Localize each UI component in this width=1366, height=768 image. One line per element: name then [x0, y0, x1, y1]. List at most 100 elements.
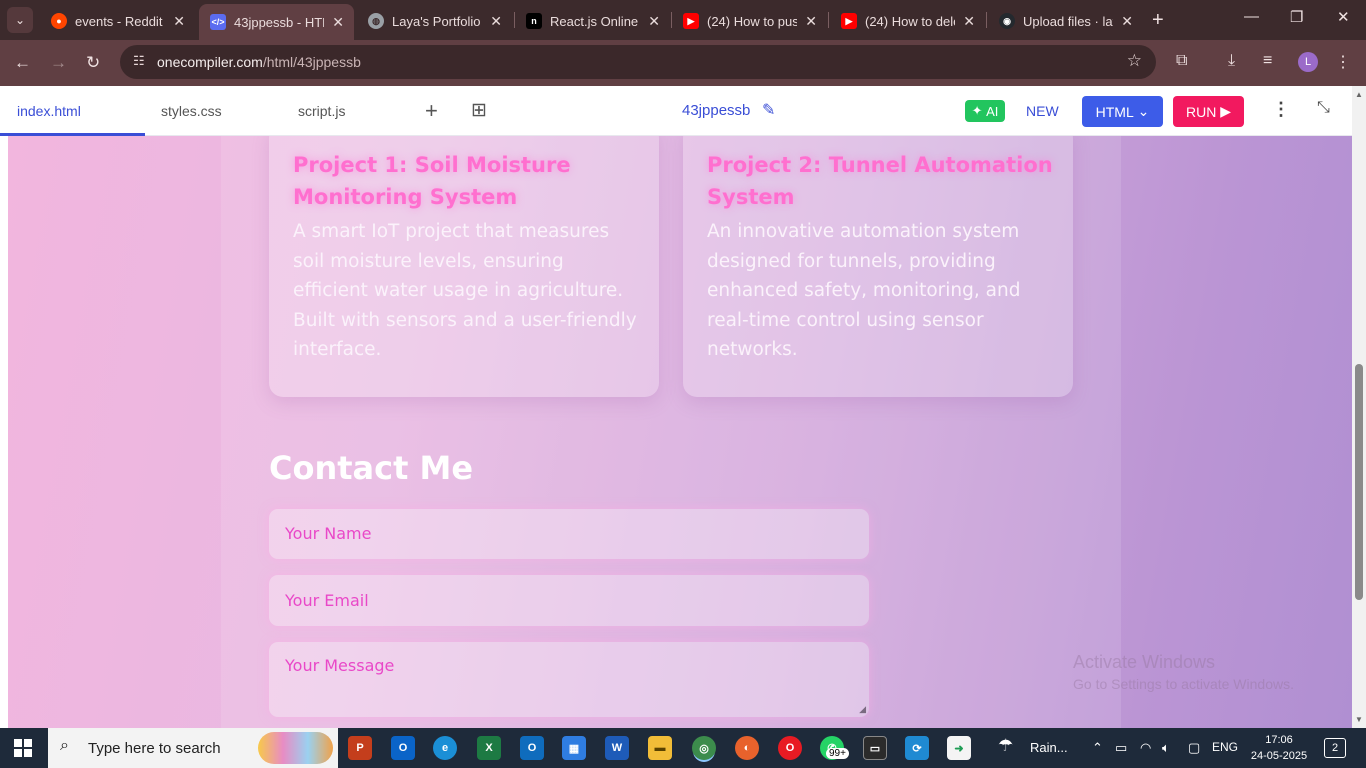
outlook-icon[interactable]: O: [391, 736, 415, 760]
browser-tab-active[interactable]: </> 43jppessb - HTM ✕: [199, 4, 354, 40]
github-icon: ◉: [999, 13, 1015, 29]
ai-button[interactable]: ✦ AI: [965, 100, 1005, 122]
chrome-icon[interactable]: ◎: [692, 736, 716, 760]
weather-rain-icon[interactable]: ☂: [998, 736, 1013, 756]
pencil-icon[interactable]: ✎: [762, 100, 775, 120]
media-control-icon[interactable]: ≡: [1263, 52, 1272, 70]
close-icon[interactable]: ✕: [490, 13, 502, 30]
menu-kebab-icon[interactable]: ⋮: [1335, 52, 1351, 72]
back-icon[interactable]: ←: [14, 53, 31, 73]
email-field[interactable]: Your Email: [269, 575, 869, 626]
url-path: /html/43jppessb: [262, 54, 361, 70]
battery-icon[interactable]: ▭: [1115, 740, 1127, 756]
window-close-icon[interactable]: ✕: [1337, 8, 1350, 26]
url-text[interactable]: onecompiler.com/html/43jppessb: [157, 54, 361, 70]
message-field[interactable]: Your Message ◢: [269, 642, 869, 717]
add-image-icon[interactable]: ⊞: [471, 100, 487, 122]
project-title: Project 1: Soil Moisture Monitoring Syst…: [293, 153, 571, 209]
green-arrow-app-icon[interactable]: ➜: [947, 736, 971, 760]
clock-time: 17:06: [1265, 734, 1293, 746]
browser-tab[interactable]: n React.js Online E ✕: [515, 6, 670, 36]
profile-avatar[interactable]: L: [1298, 52, 1318, 72]
add-file-icon[interactable]: +: [425, 100, 438, 122]
tab-index-html[interactable]: index.html: [17, 86, 81, 136]
terminal-icon[interactable]: ▭: [863, 736, 887, 760]
tab-script-js[interactable]: script.js: [298, 86, 345, 136]
browser-tab[interactable]: ◍ Laya's Portfolio ✕: [357, 6, 512, 36]
address-bar[interactable]: ☷ onecompiler.com/html/43jppessb ☆: [120, 45, 1156, 79]
tab-separator: [828, 12, 829, 28]
store-icon[interactable]: ▦: [562, 736, 586, 760]
search-highlight-image[interactable]: [258, 732, 333, 764]
close-icon[interactable]: ✕: [648, 13, 660, 30]
browser-tab[interactable]: ▶ (24) How to pusl ✕: [672, 6, 827, 36]
scroll-thumb[interactable]: [1355, 364, 1363, 600]
language-indicator[interactable]: ENG: [1212, 740, 1238, 754]
expand-icon[interactable]: ⤡: [1317, 99, 1330, 117]
new-tab-button[interactable]: +: [1152, 9, 1164, 32]
wifi-icon[interactable]: ◠: [1140, 740, 1151, 756]
restore-icon[interactable]: ❐: [1290, 8, 1303, 26]
browser-tab[interactable]: ◉ Upload files · lay ✕: [988, 6, 1143, 36]
volume-icon[interactable]: 🔈︎: [1162, 740, 1170, 756]
minimize-icon[interactable]: —: [1244, 8, 1259, 25]
powerpoint-icon[interactable]: P: [348, 736, 372, 760]
system-clock[interactable]: 17:06 24-05-2025: [1249, 732, 1309, 764]
more-options-icon[interactable]: ⋮: [1272, 99, 1290, 120]
project-description: An innovative automation system designed…: [707, 221, 1021, 360]
tab-styles-css[interactable]: styles.css: [161, 86, 222, 136]
youtube-icon: ▶: [841, 13, 857, 29]
browser-tab[interactable]: ▶ (24) How to dele ✕: [830, 6, 985, 36]
close-icon[interactable]: ✕: [1121, 13, 1133, 30]
scroll-up-icon[interactable]: ▲: [1355, 90, 1363, 99]
tab-separator: [986, 12, 987, 28]
windows-start-icon[interactable]: [14, 739, 32, 757]
project-name[interactable]: 43jppessb: [682, 102, 750, 119]
close-icon[interactable]: ✕: [963, 13, 975, 30]
extensions-icon[interactable]: ⧉: [1176, 52, 1187, 70]
new-button[interactable]: NEW: [1026, 103, 1059, 119]
scroll-down-icon[interactable]: ▼: [1355, 715, 1363, 724]
reload-icon[interactable]: ↻: [86, 53, 100, 73]
youtube-icon: ▶: [683, 13, 699, 29]
editor-toolbar: index.html styles.css script.js + ⊞ 43jp…: [0, 86, 1366, 136]
download-icon[interactable]: ⤓: [1228, 52, 1235, 70]
edge-icon[interactable]: e: [433, 736, 457, 760]
notification-center-icon[interactable]: 2: [1324, 738, 1346, 758]
outlook-new-icon[interactable]: O: [520, 736, 544, 760]
bookmark-star-icon[interactable]: ☆: [1127, 51, 1142, 71]
ai-label: AI: [986, 103, 999, 119]
search-placeholder: Type here to search: [88, 740, 221, 757]
tab-search-button[interactable]: ⌄: [7, 7, 33, 33]
browser-tab[interactable]: ● events - Reddit S ✕: [40, 6, 195, 36]
opera-icon[interactable]: O: [778, 736, 802, 760]
sync-app-icon[interactable]: ⟳: [905, 736, 929, 760]
file-explorer-icon[interactable]: ▬: [648, 736, 672, 760]
message-placeholder: Your Message: [285, 656, 395, 675]
resize-handle-icon[interactable]: ◢: [859, 705, 866, 715]
word-icon[interactable]: W: [605, 736, 629, 760]
firefox-icon[interactable]: ◐: [735, 736, 759, 760]
name-field[interactable]: Your Name: [269, 509, 869, 559]
activation-watermark: Activate Windows: [1073, 652, 1216, 672]
language-dropdown[interactable]: HTML ⌄: [1082, 96, 1163, 127]
sparkle-icon: ✦: [971, 103, 987, 118]
preview-gutter: [0, 136, 8, 728]
close-icon[interactable]: ✕: [332, 14, 344, 31]
name-placeholder: Your Name: [285, 524, 372, 543]
weather-text[interactable]: Rain...: [1030, 740, 1068, 755]
excel-icon[interactable]: X: [477, 736, 501, 760]
close-icon[interactable]: ✕: [805, 13, 817, 30]
meet-icon[interactable]: ▢: [1188, 740, 1200, 756]
chevron-up-icon[interactable]: ⌃: [1092, 740, 1103, 756]
taskbar-search[interactable]: ⌕ Type here to search: [48, 728, 338, 768]
page-scrollbar[interactable]: ▲ ▼: [1352, 86, 1366, 728]
site-info-icon[interactable]: ☷: [133, 53, 145, 69]
whatsapp-badge: 99+: [826, 748, 849, 759]
forward-icon[interactable]: →: [50, 53, 67, 73]
run-button[interactable]: RUN ▶: [1173, 96, 1244, 127]
tab-title: (24) How to dele: [865, 13, 955, 29]
close-icon[interactable]: ✕: [173, 13, 185, 30]
tab-title: events - Reddit S: [75, 13, 165, 29]
tab-title: Upload files · lay: [1023, 13, 1113, 29]
